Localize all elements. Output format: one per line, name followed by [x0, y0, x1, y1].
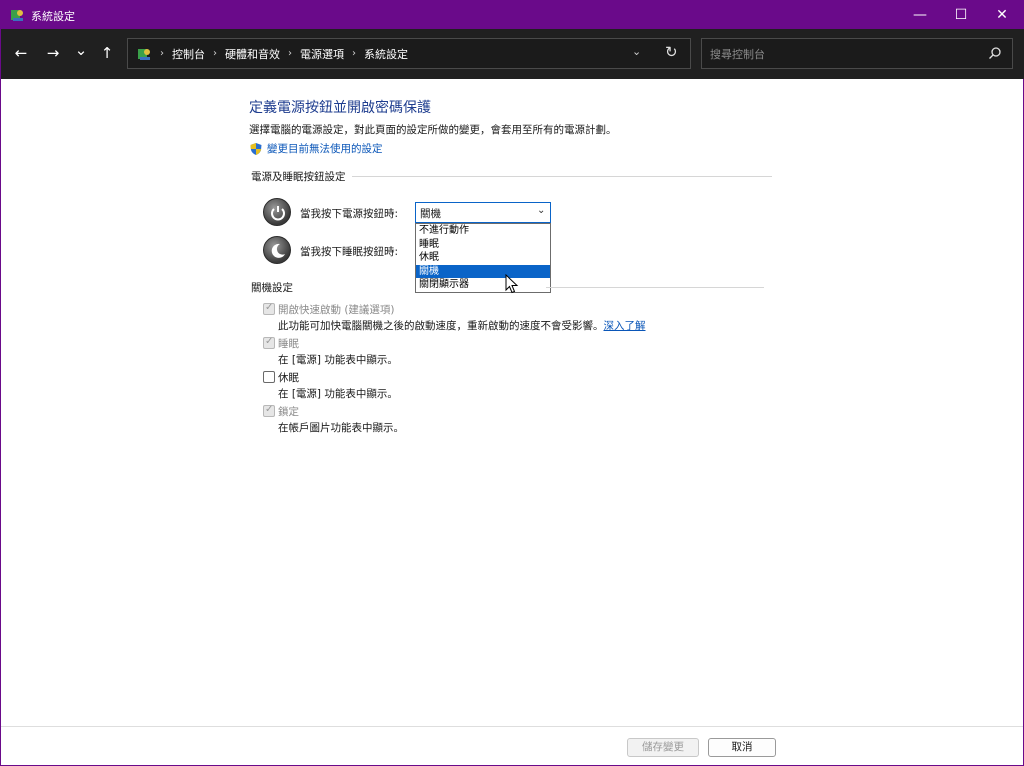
fast-startup-desc-text: 此功能可加快電腦關機之後的啟動速度，重新啟動的速度不會受影響。: [278, 320, 604, 332]
change-unavailable-settings-link[interactable]: 變更目前無法使用的設定: [249, 141, 383, 156]
dropdown-option-hibernate[interactable]: 休眠: [416, 251, 550, 265]
hibernate-option-label[interactable]: 休眠: [278, 370, 299, 385]
up-button[interactable]: ↑: [97, 43, 117, 63]
shutdown-heading: 關機設定: [251, 282, 293, 294]
power-button-icon: [263, 198, 291, 226]
lock-option-label: 鎖定: [278, 406, 299, 418]
close-button[interactable]: ✕: [979, 1, 1024, 29]
back-button[interactable]: ←: [11, 43, 31, 63]
breadcrumb-separator[interactable]: ›: [213, 48, 217, 59]
maximize-button[interactable]: ☐: [938, 1, 984, 29]
recent-locations-button[interactable]: ⌄: [71, 40, 91, 60]
close-icon: ✕: [996, 7, 1008, 23]
mouse-pointer-icon: [505, 274, 519, 294]
hibernate-checkbox[interactable]: [263, 371, 275, 383]
sleep-button-label: 當我按下睡眠按鈕時:: [300, 246, 399, 258]
address-bar[interactable]: › 控制台 › 硬體和音效 › 電源選項 › 系統設定 ⌄ ↻: [127, 38, 691, 69]
minimize-icon: —: [913, 7, 927, 23]
chevron-down-icon: ⌄: [74, 41, 88, 59]
control-panel-icon: [11, 10, 23, 21]
breadcrumb-system-settings[interactable]: 系統設定: [364, 46, 408, 62]
learn-more-link[interactable]: 深入了解: [604, 320, 646, 332]
minimize-button[interactable]: —: [897, 1, 943, 29]
divider: [546, 287, 764, 288]
lock-checkbox[interactable]: [263, 404, 275, 417]
page-description: 選擇電腦的電源設定，對此頁面的設定所做的變更，會套用至所有的電源計劃。: [249, 124, 617, 136]
forward-button[interactable]: →: [43, 43, 63, 63]
fast-startup-description: 此功能可加快電腦關機之後的啟動速度，重新啟動的速度不會受影響。深入了解: [278, 318, 646, 333]
forward-arrow-icon: →: [46, 44, 60, 62]
divider: [351, 176, 772, 177]
uac-shield-icon: [250, 142, 262, 155]
power-button-label: 當我按下電源按鈕時:: [300, 208, 399, 220]
sleep-option-description: 在 [電源] 功能表中顯示。: [278, 354, 398, 366]
sleep-checkbox[interactable]: [263, 336, 275, 349]
fast-startup-label: 開啟快速啟動 (建議選項): [278, 304, 395, 316]
window-title: 系統設定: [31, 10, 75, 23]
control-panel-icon: [138, 48, 150, 60]
fast-startup-checkbox[interactable]: [263, 302, 275, 315]
address-dropdown-icon[interactable]: ⌄: [632, 45, 641, 58]
maximize-icon: ☐: [954, 7, 968, 23]
search-input[interactable]: [710, 45, 980, 63]
up-arrow-icon: ↑: [100, 44, 114, 62]
power-button-selected-value: 關機: [420, 208, 441, 220]
cancel-button[interactable]: 取消: [708, 738, 776, 757]
breadcrumb-separator[interactable]: ›: [352, 48, 356, 59]
breadcrumb: › 控制台 › 硬體和音效 › 電源選項 › 系統設定: [136, 39, 408, 68]
main-content: 定義電源按鈕並開啟密碼保護 選擇電腦的電源設定，對此頁面的設定所做的變更，會套用…: [1, 79, 1023, 726]
breadcrumb-separator[interactable]: ›: [288, 48, 292, 59]
breadcrumb-control-panel[interactable]: 控制台: [172, 46, 205, 62]
back-arrow-icon: ←: [14, 44, 28, 62]
save-changes-button[interactable]: 儲存變更: [627, 738, 699, 757]
sleep-button-icon: [263, 236, 291, 264]
chevron-down-icon: ⌄: [537, 205, 546, 216]
power-button-action-select[interactable]: 關機 ⌄: [415, 202, 551, 223]
breadcrumb-separator: ›: [160, 48, 164, 59]
hibernate-option-description: 在 [電源] 功能表中顯示。: [278, 388, 398, 400]
page-title: 定義電源按鈕並開啟密碼保護: [249, 100, 431, 116]
control-panel-window: 系統設定 — ☐ ✕ ← → ⌄ ↑ › 控制台 › 硬體和音效 › 電源選項 …: [0, 0, 1024, 766]
change-settings-link-label[interactable]: 變更目前無法使用的設定: [267, 141, 383, 156]
refresh-icon[interactable]: ↻: [665, 43, 678, 61]
breadcrumb-hardware-sound[interactable]: 硬體和音效: [225, 46, 280, 62]
footer-bar: 儲存變更 取消: [1, 726, 1023, 765]
sleep-option-label: 睡眠: [278, 338, 299, 350]
power-sleep-section-header: 電源及睡眠按鈕設定: [251, 169, 772, 184]
search-box[interactable]: [701, 38, 1013, 69]
dropdown-option-do-nothing[interactable]: 不進行動作: [416, 224, 550, 238]
lock-option-description: 在帳戶圖片功能表中顯示。: [278, 422, 404, 434]
power-sleep-heading: 電源及睡眠按鈕設定: [251, 171, 346, 183]
dropdown-option-sleep[interactable]: 睡眠: [416, 238, 550, 252]
breadcrumb-power-options[interactable]: 電源選項: [300, 46, 344, 62]
title-bar: 系統設定 — ☐ ✕: [1, 1, 1024, 29]
navigation-bar: ← → ⌄ ↑ › 控制台 › 硬體和音效 › 電源選項 › 系統設定 ⌄ ↻: [1, 29, 1024, 79]
dropdown-option-shut-down[interactable]: 關機: [416, 264, 550, 279]
search-icon[interactable]: [988, 46, 1002, 60]
